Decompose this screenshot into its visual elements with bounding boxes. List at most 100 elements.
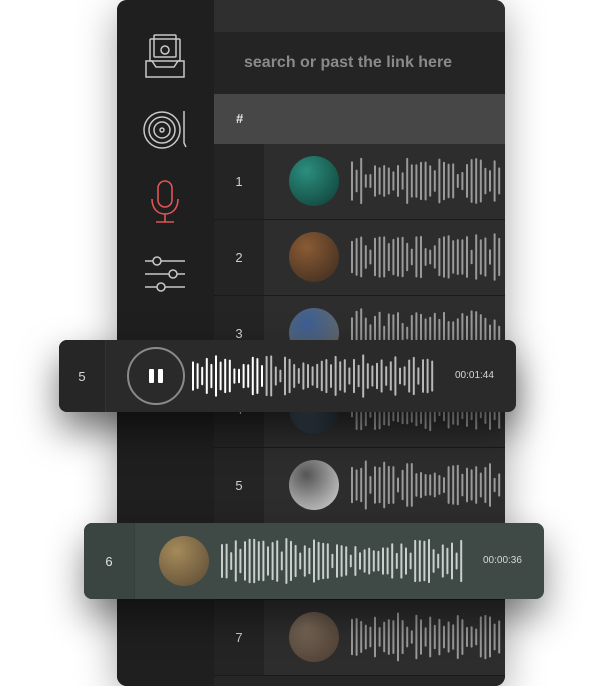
- waveform-bar: [270, 355, 273, 397]
- track-avatar: [289, 460, 339, 510]
- track-row[interactable]: 2: [214, 220, 505, 296]
- waveform-bar: [192, 361, 194, 391]
- inbox-tray-icon[interactable]: [141, 32, 189, 80]
- waveform-bar: [433, 624, 436, 650]
- pause-icon: [149, 369, 154, 383]
- waveform-bar: [447, 235, 450, 279]
- waveform-bar: [380, 359, 383, 393]
- waveform-bar: [414, 539, 417, 583]
- waveform-bar: [475, 628, 478, 646]
- waveform-bar: [284, 356, 286, 396]
- waveform[interactable]: [351, 460, 505, 510]
- waveform-bar: [225, 543, 228, 579]
- waveform-bar: [475, 234, 478, 280]
- waveform-bar: [369, 174, 372, 188]
- waveform-bar: [470, 159, 473, 203]
- waveform-bar: [359, 552, 361, 570]
- track-row[interactable]: 5: [214, 448, 505, 524]
- waveform-bar: [429, 616, 432, 658]
- waveform-bar: [397, 477, 399, 493]
- track-avatar: [289, 612, 339, 662]
- number-column-header: #: [236, 111, 244, 126]
- waveform-bar: [392, 620, 395, 654]
- waveform-bar: [279, 369, 282, 383]
- microphone-icon[interactable]: [141, 178, 189, 226]
- waveform-bar: [378, 466, 381, 504]
- waveform-bar: [389, 361, 392, 391]
- track-row[interactable]: 1: [214, 144, 505, 220]
- waveform-bar: [447, 621, 450, 653]
- waveform-bar: [299, 552, 302, 570]
- search-input[interactable]: [214, 32, 505, 94]
- waveform-bar: [498, 237, 501, 277]
- waveform-bar: [395, 552, 398, 569]
- track-avatar: [289, 156, 339, 206]
- track-number: 2: [214, 220, 264, 295]
- sliders-icon[interactable]: [141, 250, 189, 298]
- waveform-bar: [383, 236, 386, 278]
- waveform-bar: [313, 539, 315, 583]
- pause-button[interactable]: [127, 347, 185, 405]
- waveform[interactable]: [351, 156, 505, 206]
- waveform-bar: [371, 365, 374, 387]
- waveform-bar: [280, 551, 283, 571]
- waveform-bar: [493, 160, 496, 202]
- selected-waveform[interactable]: [221, 537, 469, 585]
- waveform-bar: [378, 627, 381, 647]
- now-playing-card[interactable]: 5 00:01:44: [59, 340, 516, 412]
- waveform-bar: [461, 619, 464, 655]
- top-bar: [214, 0, 505, 32]
- waveform-bar: [422, 359, 424, 393]
- waveform-bar: [317, 541, 320, 581]
- waveform-bar: [326, 543, 329, 579]
- waveform-bar: [345, 546, 348, 576]
- waveform-bar: [406, 242, 409, 272]
- waveform-bar: [383, 461, 386, 509]
- waveform-bar: [493, 233, 496, 281]
- waveform[interactable]: [351, 612, 505, 662]
- waveform-bar: [452, 465, 455, 505]
- waveform-bar: [360, 157, 363, 205]
- track-time: 00:01:44: [455, 370, 494, 381]
- waveform-bar: [348, 367, 351, 385]
- search-bar: [214, 32, 505, 94]
- waveform-bar: [387, 465, 390, 505]
- waveform-bar: [311, 366, 314, 386]
- waveform-bar: [378, 167, 381, 195]
- waveform-bar: [205, 357, 208, 394]
- waveform-bar: [460, 539, 463, 583]
- waveform[interactable]: [351, 232, 505, 282]
- waveform-bar: [406, 326, 409, 340]
- waveform-bar: [424, 161, 427, 201]
- waveform-bar: [470, 469, 473, 501]
- now-playing-waveform[interactable]: [192, 354, 440, 398]
- waveform-bar: [271, 542, 274, 581]
- waveform-bar: [447, 466, 450, 504]
- waveform-bar: [443, 236, 445, 278]
- waveform-bar: [256, 358, 259, 394]
- waveform-bar: [415, 164, 418, 198]
- waveform-bar: [410, 463, 413, 507]
- divider: [105, 340, 106, 412]
- waveform-bar: [432, 549, 435, 573]
- waveform-bar: [383, 325, 386, 341]
- waveform-bar: [412, 356, 415, 396]
- waveform-bar: [484, 237, 487, 277]
- waveform-bar: [308, 547, 311, 575]
- selected-track-card[interactable]: 6 00:00:36: [84, 523, 544, 599]
- track-row[interactable]: 7: [214, 600, 505, 676]
- waveform-bar: [438, 475, 441, 495]
- waveform-bar: [410, 630, 413, 644]
- waveform-bar: [248, 538, 251, 584]
- waveform-bar: [316, 363, 319, 389]
- waveform-bar: [351, 618, 353, 656]
- waveform-bar: [441, 544, 444, 578]
- waveform-bar: [349, 554, 352, 568]
- waveform-bar: [383, 165, 386, 197]
- waveform-bar: [242, 363, 245, 389]
- waveform-bar: [285, 538, 288, 584]
- turntable-icon[interactable]: [141, 106, 189, 154]
- track-number: 6: [84, 523, 134, 599]
- waveform-bar: [438, 238, 441, 277]
- waveform-bar: [420, 472, 422, 499]
